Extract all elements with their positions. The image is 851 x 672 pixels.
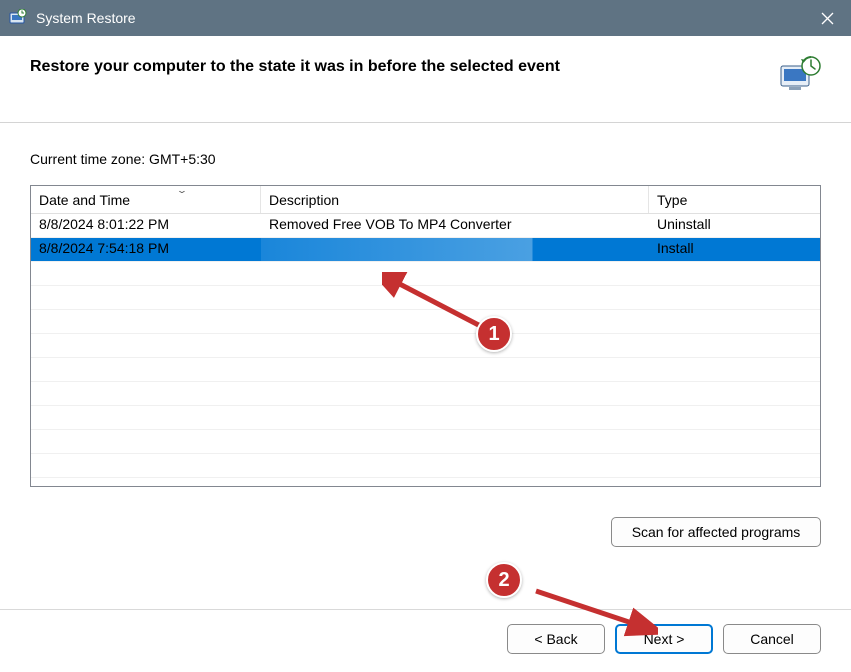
wizard-header: Restore your computer to the state it wa… — [0, 36, 851, 123]
column-description[interactable]: Description — [261, 186, 649, 213]
scan-affected-button[interactable]: Scan for affected programs — [611, 517, 821, 547]
column-datetime-label: Date and Time — [39, 192, 130, 208]
table-row-empty — [31, 454, 820, 478]
table-body: 8/8/2024 8:01:22 PMRemoved Free VOB To M… — [31, 214, 820, 478]
table-row-empty — [31, 358, 820, 382]
column-type-label: Type — [657, 192, 687, 208]
titlebar: System Restore — [0, 0, 851, 36]
titlebar-title: System Restore — [36, 10, 803, 26]
cell-description: Removed Free VOB To MP4 Converter — [261, 214, 649, 237]
column-datetime[interactable]: Date and Time ⌄ — [31, 186, 261, 213]
table-row-empty — [31, 406, 820, 430]
scan-row: Scan for affected programs — [0, 497, 851, 547]
table-row-empty — [31, 262, 820, 286]
table-row[interactable]: 8/8/2024 7:54:18 PM Install — [31, 238, 820, 262]
table-header: Date and Time ⌄ Description Type — [31, 186, 820, 214]
next-button[interactable]: Next > — [615, 624, 713, 654]
system-restore-icon — [8, 8, 28, 28]
table-row-empty — [31, 286, 820, 310]
table-row[interactable]: 8/8/2024 8:01:22 PMRemoved Free VOB To M… — [31, 214, 820, 238]
wizard-content: Current time zone: GMT+5:30 Date and Tim… — [0, 123, 851, 497]
cancel-button[interactable]: Cancel — [723, 624, 821, 654]
back-button[interactable]: < Back — [507, 624, 605, 654]
table-row-empty — [31, 430, 820, 454]
page-title: Restore your computer to the state it wa… — [30, 58, 560, 76]
cell-type: Install — [649, 238, 813, 261]
close-button[interactable] — [803, 0, 851, 36]
annotation-badge-2: 2 — [486, 562, 522, 598]
cell-datetime: 8/8/2024 7:54:18 PM — [31, 238, 261, 261]
table-row-empty — [31, 310, 820, 334]
table-row-empty — [31, 382, 820, 406]
table-row-empty — [31, 334, 820, 358]
column-type[interactable]: Type — [649, 186, 813, 213]
wizard-footer: < Back Next > Cancel — [0, 609, 851, 672]
cell-datetime: 8/8/2024 8:01:22 PM — [31, 214, 261, 237]
close-icon — [821, 12, 834, 25]
timezone-label: Current time zone: GMT+5:30 — [30, 151, 821, 167]
restore-points-table: Date and Time ⌄ Description Type 8/8/202… — [30, 185, 821, 487]
column-description-label: Description — [269, 192, 339, 208]
cell-description — [261, 238, 649, 261]
cell-type: Uninstall — [649, 214, 813, 237]
sort-indicator-icon: ⌄ — [176, 185, 188, 195]
restore-header-icon — [779, 54, 821, 96]
